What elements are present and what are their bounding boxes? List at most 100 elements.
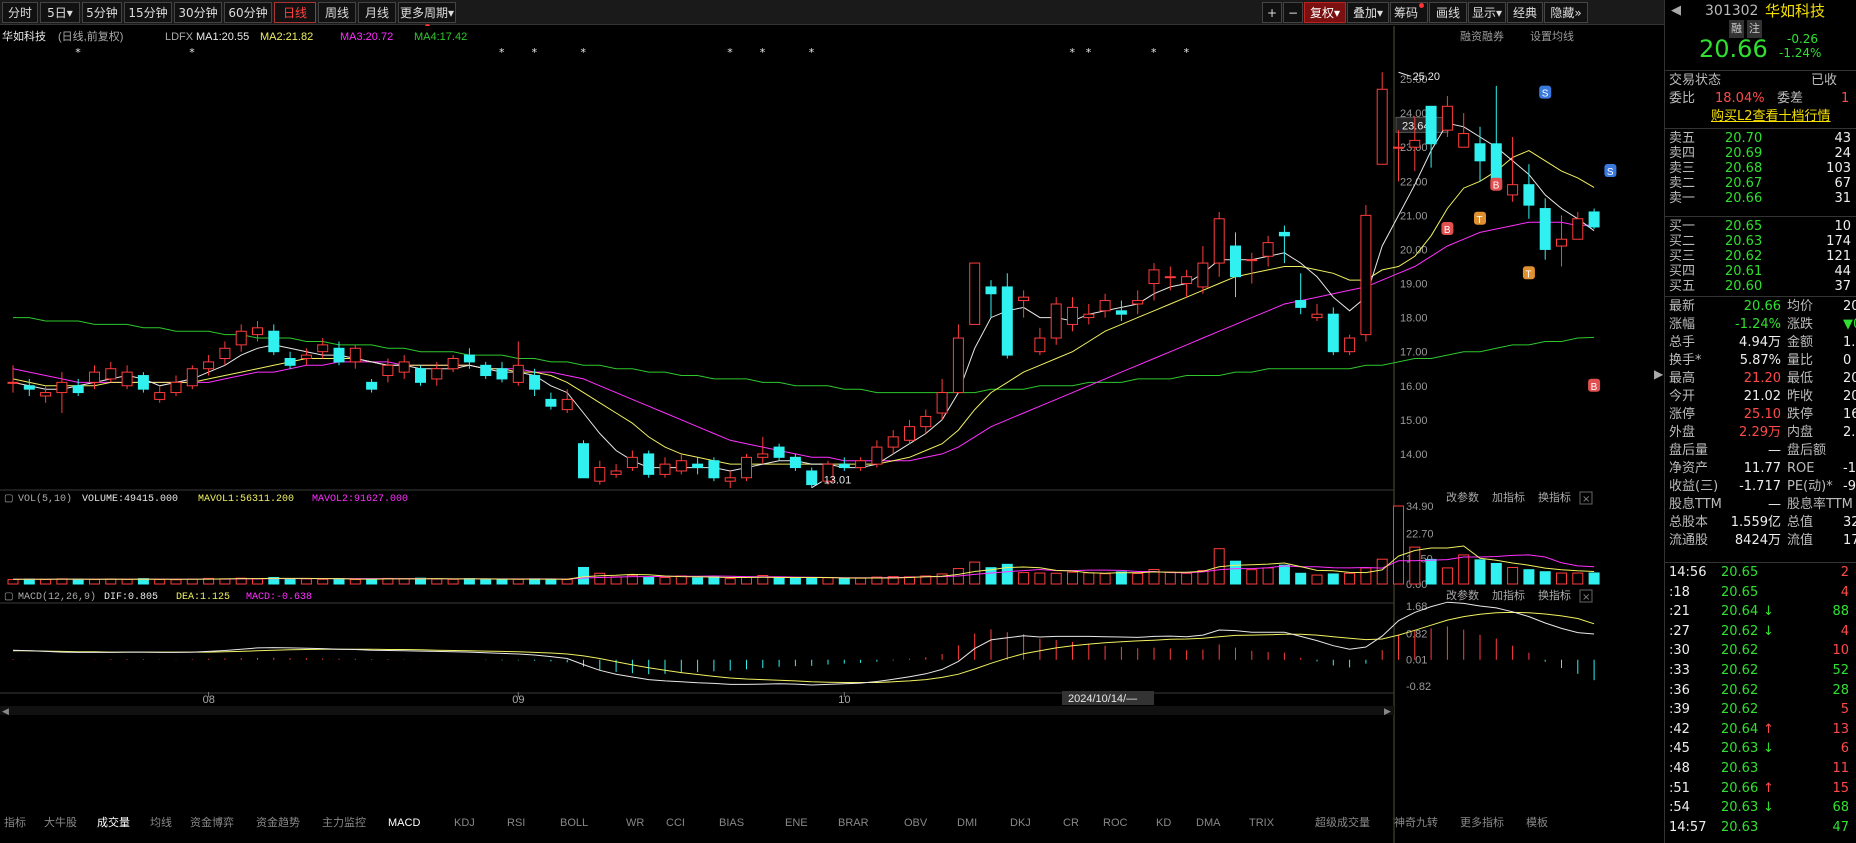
toolbar-right-5[interactable]: 画线 [1429,2,1467,23]
period-8[interactable]: 月线 [358,2,396,23]
bottom-tab-14[interactable]: ENE [785,817,808,829]
macd-link-1[interactable]: 加指标 [1492,588,1525,602]
toolbar-right-0[interactable]: + [1262,2,1282,23]
bottom-tab-6[interactable]: 主力监控 [322,815,366,829]
event-marker[interactable]: * [581,46,587,59]
vol-link-1[interactable]: 加指标 [1492,490,1525,504]
event-marker[interactable]: * [532,46,538,59]
bottom-tab-1[interactable]: 大牛股 [44,815,77,829]
bottom-tab-4[interactable]: 资金博弈 [190,815,234,829]
bottom-tab-5[interactable]: 资金趋势 [256,815,300,829]
bottom-tab-15[interactable]: BRAR [838,817,869,829]
bottom-tab-18[interactable]: DKJ [1010,817,1031,829]
collapse-arrow-icon[interactable]: ▶ [1654,367,1664,381]
bottom-tab-16[interactable]: OBV [904,817,928,829]
bottom-tab-19[interactable]: CR [1063,817,1079,829]
event-marker[interactable]: * [189,46,195,59]
l2-link[interactable]: 购买L2查看十档行情 [1711,108,1831,126]
signal-badge-s[interactable]: S [1539,85,1552,100]
price-tick: 19.00 [1400,279,1428,291]
candle-body [724,477,736,482]
scroll-left-icon[interactable]: ◀ [2,707,9,717]
vol-bar [1018,572,1030,585]
vol-link-2[interactable]: 换指标 [1538,490,1571,504]
svg-text:T: T [1477,215,1483,226]
bottom-tab-3[interactable]: 均线 [150,815,172,829]
event-marker[interactable]: * [1151,46,1157,59]
period-7[interactable]: 周线 [318,2,356,23]
link-ma-settings[interactable]: 设置均线 [1530,29,1574,43]
event-marker[interactable]: * [75,46,81,59]
bottom-tab-22[interactable]: DMA [1196,817,1221,829]
bottom-tab-27[interactable]: 模板 [1526,815,1548,829]
bottom-tab-11[interactable]: WR [626,817,644,829]
bottom-tab-0[interactable]: 指标 [4,815,26,829]
event-marker[interactable]: * [760,46,766,59]
link-margin[interactable]: 融资融券 [1460,29,1504,43]
toolbar-right-2[interactable]: 复权▾ [1304,2,1346,23]
bottom-tab-13[interactable]: BIAS [719,817,744,829]
signal-badge-b[interactable]: B [1588,378,1601,393]
toolbar-right-8[interactable]: 隐藏» [1544,2,1588,23]
toolbar-right-3[interactable]: 叠加▾ [1347,2,1389,23]
event-marker[interactable]: * [1070,46,1076,59]
bottom-tab-23[interactable]: TRIX [1249,817,1275,829]
bottom-tab-24[interactable]: 超级成交量 [1315,815,1370,829]
period-2[interactable]: 5分钟 [82,2,122,23]
vol-header: ▢ VOL(5,10) VOLUME:49415.000 MAVOL1:56311.2… [4,493,408,505]
period-6[interactable]: 日线 [274,2,316,23]
candle-body [1164,276,1176,279]
macd-link-2[interactable]: 换指标 [1538,588,1571,602]
toolbar-right-4[interactable]: 筹码 [1390,2,1428,23]
candle-body [1441,105,1453,131]
tick-price: 20.62 [1721,682,1759,698]
bottom-tab-21[interactable]: KD [1156,817,1171,829]
bottom-tab-8[interactable]: KDJ [454,817,475,829]
bottom-tab-2[interactable]: 成交量 [97,815,130,829]
vol-link-0[interactable]: 改参数 [1446,490,1479,504]
tick-arrow-icon: ↓ [1763,604,1774,620]
toolbar-right-1[interactable]: − [1283,2,1303,23]
bottom-tab-17[interactable]: DMI [957,817,977,829]
toolbar-right-7[interactable]: 经典 [1507,2,1543,23]
bottom-tab-25[interactable]: 神奇九转 [1394,815,1438,829]
bottom-tab-10[interactable]: BOLL [560,817,588,829]
event-marker[interactable]: * [499,46,505,59]
toolbar-right-6[interactable]: 显示▾ [1468,2,1506,23]
event-marker[interactable]: * [1086,46,1092,59]
tick-price: 20.62 [1721,702,1759,718]
macd-link-0[interactable]: 改参数 [1446,588,1479,602]
bottom-tab-7[interactable]: MACD [388,817,420,829]
period-5[interactable]: 60分钟 [224,2,272,23]
panel-toggle-icon[interactable]: ▢ [4,493,13,504]
period-1[interactable]: 5日▾ [40,2,80,23]
event-marker[interactable]: * [727,46,733,59]
event-marker[interactable]: * [1184,46,1190,59]
vol-bar [708,576,720,585]
bottom-tab-20[interactable]: ROC [1103,817,1128,829]
kline-chart[interactable]: 华如科技 (日线,前复权) LDFX MA1:20.55 MA2:21.82 MA3:20… [0,26,1664,843]
event-marker[interactable]: * [809,46,815,59]
period-0[interactable]: 分时 [2,2,38,23]
period-4[interactable]: 30分钟 [174,2,222,23]
tick-price: 20.63 [1721,761,1759,776]
candle-body [1523,184,1535,206]
signal-badge-s[interactable]: S [1604,164,1617,178]
signal-badge-b[interactable]: B [1490,177,1503,192]
bid-price: 20.60 [1725,279,1763,294]
scroll-right-icon[interactable]: ▶ [1384,707,1391,717]
bottom-tab-12[interactable]: CCI [666,817,685,829]
signal-badge-b[interactable]: B [1441,221,1454,236]
back-arrow-icon[interactable]: ◀ [1671,2,1681,20]
panel-toggle-icon[interactable]: ▢ [4,591,13,602]
signal-badge-t[interactable]: T [1522,266,1535,280]
ask-volume: 31 [1834,191,1851,206]
candle-body [170,381,182,394]
h-scrollbar[interactable] [0,706,1394,715]
period-9[interactable]: 更多周期▾ [398,2,456,29]
bottom-tab-26[interactable]: 更多指标 [1460,815,1504,829]
period-3[interactable]: 15分钟 [124,2,172,23]
signal-badge-t[interactable]: T [1474,211,1486,226]
price-tick: 16.00 [1400,381,1428,393]
bottom-tab-9[interactable]: RSI [507,817,525,829]
